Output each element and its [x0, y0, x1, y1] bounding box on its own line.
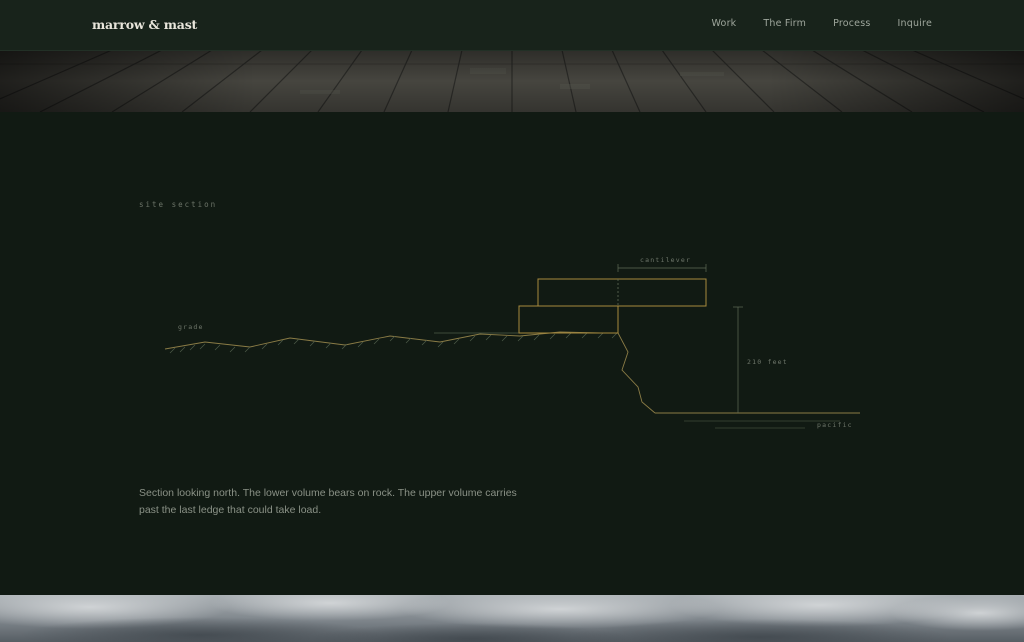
nav-process[interactable]: Process: [833, 18, 870, 29]
water-label: pacific: [817, 421, 853, 429]
site-section-diagram: cantilever 210 feet grade pacific: [164, 256, 860, 429]
floor-photo: [0, 50, 1024, 112]
clouds-image: [0, 595, 1024, 642]
logo[interactable]: marrow & mast: [92, 17, 197, 32]
upper-volume: [537, 278, 707, 307]
nav-work[interactable]: Work: [712, 18, 737, 29]
nav-the-firm[interactable]: The Firm: [763, 18, 806, 29]
lower-volume: [518, 305, 619, 334]
grade-label: grade: [178, 323, 204, 331]
cantilever-dimension: [617, 264, 707, 272]
floor-planks-image: [0, 50, 1024, 112]
terrain-line: [164, 331, 618, 350]
height-label: 210 feet: [747, 358, 788, 366]
cliff-line: [617, 332, 656, 414]
nav-inquire[interactable]: Inquire: [898, 18, 932, 29]
site-header: marrow & mast Work The Firm Process Inqu…: [0, 0, 1024, 51]
site-section: site section cantilever 210 feet grade p…: [0, 112, 1024, 595]
height-dimension: [733, 306, 743, 413]
page: marrow & mast Work The Firm Process Inqu…: [0, 0, 1024, 642]
cantilever-label: cantilever: [640, 256, 691, 264]
section-caption: Section looking north. The lower volume …: [139, 486, 517, 516]
sky-photo: [0, 595, 1024, 642]
main-nav: Work The Firm Process Inquire: [712, 18, 932, 29]
